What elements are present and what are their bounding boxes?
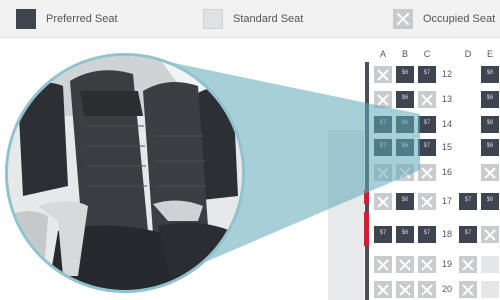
legend-standard: Standard Seat xyxy=(203,9,303,29)
seat-17b[interactable]: $6 xyxy=(396,193,414,210)
row-number-20: 20 xyxy=(441,284,452,294)
seat-19b xyxy=(396,256,414,273)
seat-price: $7 xyxy=(379,143,387,149)
exit-marker-upper xyxy=(364,190,369,204)
column-header-e: E xyxy=(486,49,493,59)
seat-price: $6 xyxy=(486,95,494,101)
fuselage-wall xyxy=(365,62,369,300)
column-header-d: D xyxy=(464,49,472,59)
seat-photo-illustration xyxy=(8,56,242,290)
seat-20e[interactable] xyxy=(481,281,499,298)
seatmap-shadow xyxy=(328,130,364,300)
row-number-17: 17 xyxy=(441,196,452,206)
seat-price: $6 xyxy=(401,70,409,76)
seat-price: $6 xyxy=(401,95,409,101)
seat-price: $7 xyxy=(464,230,472,236)
seat-14b[interactable]: $6 xyxy=(396,116,414,133)
seat-20a xyxy=(374,281,392,298)
seat-price: $6 xyxy=(486,70,494,76)
row-number-12: 12 xyxy=(441,69,452,79)
seat-13b[interactable]: $6 xyxy=(396,91,414,108)
seat-13c xyxy=(418,91,436,108)
seat-20b xyxy=(396,281,414,298)
seat-17c xyxy=(418,193,436,210)
column-header-c: C xyxy=(423,49,431,59)
occupied-seat-swatch xyxy=(393,9,413,29)
legend-occupied: Occupied Seat xyxy=(393,9,495,29)
preferred-seat-swatch xyxy=(16,9,36,29)
seat-price: $6 xyxy=(401,120,409,126)
seat-12a xyxy=(374,66,392,83)
seat-19a xyxy=(374,256,392,273)
seat-15b[interactable]: $6 xyxy=(396,139,414,156)
seat-17e[interactable]: $6 xyxy=(481,193,499,210)
seat-18e xyxy=(481,226,499,243)
seat-14e[interactable]: $6 xyxy=(481,116,499,133)
legend-preferred: Preferred Seat xyxy=(16,9,118,29)
seat-price: $6 xyxy=(401,197,409,203)
row-number-18: 18 xyxy=(441,229,452,239)
seat-18b[interactable]: $6 xyxy=(396,226,414,243)
seat-18a[interactable]: $7 xyxy=(374,226,392,243)
seat-15e[interactable]: $6 xyxy=(481,139,499,156)
seat-20d xyxy=(459,281,477,298)
column-header-a: A xyxy=(379,49,386,59)
standard-seat-swatch xyxy=(203,9,223,29)
seat-price: $7 xyxy=(423,230,431,236)
seat-12c[interactable]: $7 xyxy=(418,66,436,83)
seat-18d[interactable]: $7 xyxy=(459,226,477,243)
row-number-13: 13 xyxy=(441,94,452,104)
seat-19e[interactable] xyxy=(481,256,499,273)
seat-14c[interactable]: $7 xyxy=(418,116,436,133)
seat-photo xyxy=(5,53,245,293)
seat-price: $6 xyxy=(486,143,494,149)
seat-16c xyxy=(418,164,436,181)
seat-14a[interactable]: $7 xyxy=(374,116,392,133)
seat-16a xyxy=(374,164,392,181)
seat-13a xyxy=(374,91,392,108)
seat-15a[interactable]: $7 xyxy=(374,139,392,156)
seat-19d xyxy=(459,256,477,273)
seat-price: $7 xyxy=(464,197,472,203)
row-number-15: 15 xyxy=(441,142,452,152)
seat-16b xyxy=(396,164,414,181)
seat-15c[interactable]: $7 xyxy=(418,139,436,156)
row-number-14: 14 xyxy=(441,119,452,129)
seat-18c[interactable]: $7 xyxy=(418,226,436,243)
legend-preferred-label: Preferred Seat xyxy=(46,13,118,25)
seat-price: $7 xyxy=(379,120,387,126)
seat-19c xyxy=(418,256,436,273)
row-number-16: 16 xyxy=(441,167,452,177)
seat-price: $6 xyxy=(486,120,494,126)
seat-16e xyxy=(481,164,499,181)
seat-price: $7 xyxy=(423,70,431,76)
seat-price: $6 xyxy=(401,143,409,149)
seat-price: $7 xyxy=(423,143,431,149)
legend-standard-label: Standard Seat xyxy=(233,13,304,25)
row-number-19: 19 xyxy=(441,259,452,269)
seat-price: $6 xyxy=(401,230,409,236)
seat-price: $6 xyxy=(486,197,494,203)
seat-legend: Preferred Seat Standard Seat Occupied Se… xyxy=(0,0,500,38)
seat-price: $7 xyxy=(423,120,431,126)
seat-13e[interactable]: $6 xyxy=(481,91,499,108)
legend-occupied-label: Occupied Seat xyxy=(423,13,496,25)
seat-12b[interactable]: $6 xyxy=(396,66,414,83)
seat-price: $7 xyxy=(379,230,387,236)
exit-marker-lower xyxy=(364,212,369,246)
seat-20c xyxy=(418,281,436,298)
seat-17a xyxy=(374,193,392,210)
column-header-b: B xyxy=(401,49,408,59)
seat-12e[interactable]: $6 xyxy=(481,66,499,83)
seat-17d[interactable]: $7 xyxy=(459,193,477,210)
